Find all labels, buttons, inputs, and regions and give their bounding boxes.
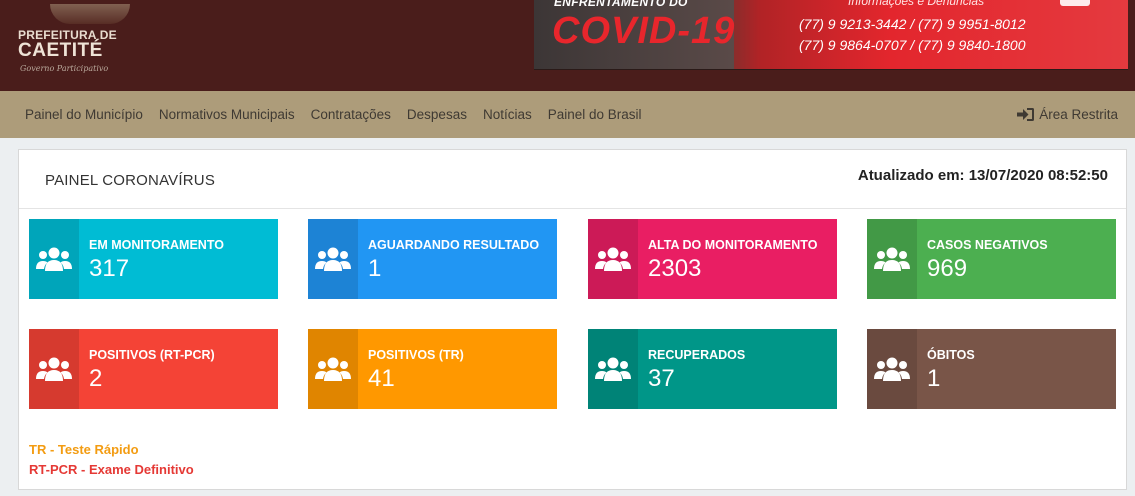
nav-noticias[interactable]: Notícias [483,107,532,122]
panel-title: PAINEL CORONAVÍRUS [45,172,216,189]
card-label: ÓBITOS [927,348,975,362]
banner-phones-line1: (77) 9 9213-3442 / (77) 9 9951-8012 [799,16,1026,32]
users-icon [867,329,917,409]
coronavirus-panel: PAINEL CORONAVÍRUS Atualizado em: 13/07/… [18,149,1127,490]
card-label: CASOS NEGATIVOS [927,238,1048,252]
banner-info-label: Informações e Denúncias [848,0,985,8]
legend-tr: TR - Teste Rápido [29,442,139,457]
users-icon [588,219,638,299]
updated-timestamp: Atualizado em: 13/07/2020 08:52:50 [857,167,1108,184]
banner-seal-icon [1060,0,1090,6]
card-positivos-rtpcr[interactable]: POSITIVOS (RT-PCR) 2 [29,329,278,409]
card-positivos-tr[interactable]: POSITIVOS (TR) 41 [308,329,557,409]
card-value: 1 [927,365,941,392]
card-label: POSITIVOS (TR) [368,348,464,362]
card-value: 37 [648,365,675,392]
card-alta-monitoramento[interactable]: ALTA DO MONITORAMENTO 2303 [588,219,837,299]
card-label: EM MONITORAMENTO [89,238,224,252]
card-value: 969 [927,255,968,282]
users-icon [867,219,917,299]
card-value: 1 [368,255,382,282]
nav-painel-municipio[interactable]: Painel do Município [25,107,143,122]
logo-tagline: Governo Participativo [20,64,109,73]
restricted-area-label: Área Restrita [1039,107,1118,122]
sign-in-icon [1017,108,1035,121]
restricted-area-link[interactable]: Área Restrita [1017,91,1118,138]
users-icon [588,329,638,409]
users-icon [29,329,79,409]
nav-normativos-municipais[interactable]: Normativos Municipais [159,107,295,122]
card-label: RECUPERADOS [648,348,746,362]
card-obitos[interactable]: ÓBITOS 1 [867,329,1116,409]
covid-banner[interactable]: ENFRENTAMENTO DO COVID-19 Informações e … [534,0,1128,70]
card-value: 2303 [648,255,702,282]
banner-headline: COVID-19 [552,10,736,52]
logo-line2: CAETITÉ [18,40,103,61]
card-recuperados[interactable]: RECUPERADOS 37 [588,329,837,409]
crest-icon [50,4,130,24]
nav-contratacoes[interactable]: Contratações [311,107,391,122]
card-em-monitoramento[interactable]: EM MONITORAMENTO 317 [29,219,278,299]
site-header: PREFEITURA DE CAETITÉ Governo Participat… [0,0,1135,91]
users-icon [308,329,358,409]
users-icon [29,219,79,299]
main-nav: Painel do Município Normativos Municipai… [0,91,1135,138]
card-value: 2 [89,365,103,392]
panel-header: PAINEL CORONAVÍRUS Atualizado em: 13/07/… [19,150,1126,209]
card-value: 317 [89,255,130,282]
nav-painel-brasil[interactable]: Painel do Brasil [548,107,642,122]
card-label: POSITIVOS (RT-PCR) [89,348,215,362]
card-casos-negativos[interactable]: CASOS NEGATIVOS 969 [867,219,1116,299]
users-icon [308,219,358,299]
banner-top-text: ENFRENTAMENTO DO [554,0,688,9]
prefeitura-logo[interactable]: PREFEITURA DE CAETITÉ Governo Participat… [16,4,130,80]
banner-phones-line2: (77) 9 9864-0707 / (77) 9 9840-1800 [799,37,1026,53]
nav-despesas[interactable]: Despesas [407,107,467,122]
legend-rtpcr: RT-PCR - Exame Definitivo [29,462,194,477]
card-value: 41 [368,365,395,392]
nav-links: Painel do Município Normativos Municipai… [17,91,650,138]
card-aguardando-resultado[interactable]: AGUARDANDO RESULTADO 1 [308,219,557,299]
card-label: ALTA DO MONITORAMENTO [648,238,818,252]
card-label: AGUARDANDO RESULTADO [368,238,540,252]
